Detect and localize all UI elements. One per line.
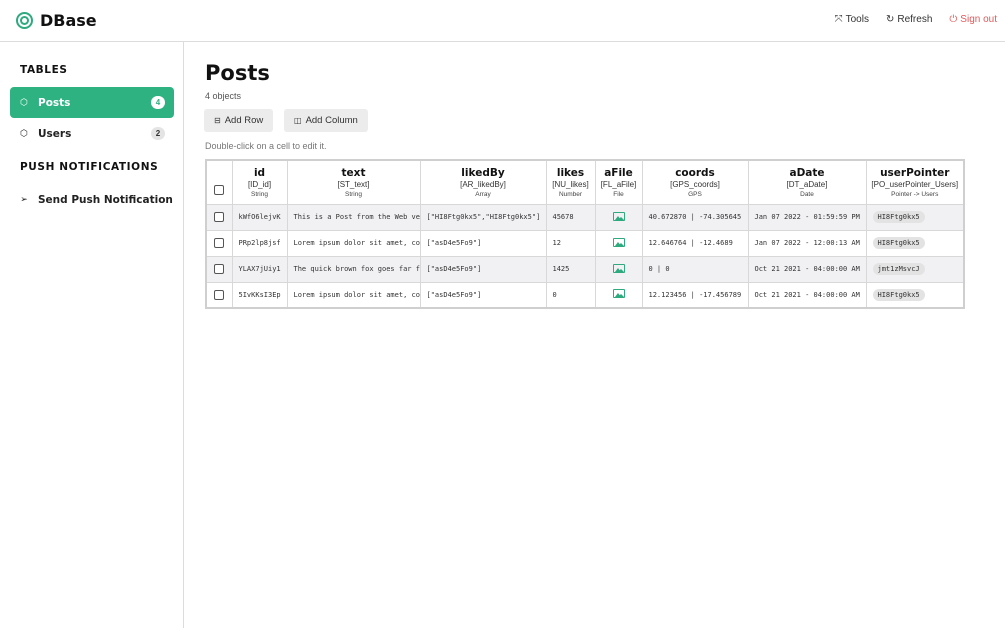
table-row: kWfO6lejvK This is a Post from the Web v… bbox=[205, 203, 965, 231]
table-header-row: id [ID_id] String text [ST_text] String like… bbox=[205, 159, 965, 205]
row-checkbox[interactable] bbox=[214, 212, 225, 222]
cell-id[interactable]: PRp2lp8jsf bbox=[231, 229, 288, 257]
tables-heading: TABLES bbox=[20, 64, 68, 76]
pointer-pill[interactable]: HI8Ftg0kx5 bbox=[872, 288, 925, 301]
cell-text[interactable]: The quick brown fox goes far f bbox=[286, 255, 421, 283]
cell-id[interactable]: 5IvKKsI3Ep bbox=[231, 281, 288, 309]
cell-likes[interactable]: 12 bbox=[545, 229, 596, 257]
cell-text[interactable]: This is a Post from the Web ve bbox=[286, 203, 421, 231]
cell-id[interactable]: kWfO6lejvK bbox=[231, 203, 288, 231]
add-row-icon: ⊟ bbox=[214, 116, 221, 125]
cube-icon: ⬡ bbox=[20, 97, 28, 107]
column-header-text[interactable]: text [ST_text] String bbox=[286, 159, 421, 205]
table-row: YLAX7jUiy1 The quick brown fox goes far … bbox=[205, 255, 965, 283]
sidebar: TABLES ⬡ Posts 4 ⬡ Users 2 PUSH NOTIFICA… bbox=[0, 42, 184, 628]
sign-out-icon: ⏻ bbox=[949, 14, 958, 25]
sidebar-item-users[interactable]: ⬡ Users 2 bbox=[10, 118, 174, 149]
cell-text[interactable]: Lorem ipsum dolor sit amet, co bbox=[286, 229, 421, 257]
cell-userpointer[interactable]: HI8Ftg0kx5 bbox=[865, 281, 965, 309]
add-column-button[interactable]: ◫ Add Column bbox=[284, 109, 368, 132]
app-name: DBase bbox=[40, 11, 97, 30]
data-table: id [ID_id] String text [ST_text] String like… bbox=[205, 159, 965, 309]
cell-afile[interactable] bbox=[594, 229, 643, 257]
add-column-label: Add Column bbox=[305, 115, 358, 126]
refresh-label: Refresh bbox=[897, 14, 933, 25]
push-notifications-heading: PUSH NOTIFICATIONS bbox=[20, 161, 159, 173]
add-row-label: Add Row bbox=[224, 115, 264, 126]
page-title: Posts bbox=[205, 61, 270, 85]
send-icon: ➢ bbox=[20, 194, 28, 204]
cell-userpointer[interactable]: HI8Ftg0kx5 bbox=[865, 229, 965, 257]
column-header-likedby[interactable]: likedBy [AR_likedBy] Array bbox=[419, 159, 547, 205]
sidebar-item-label: Posts bbox=[38, 96, 71, 109]
cell-afile[interactable] bbox=[594, 255, 643, 283]
row-checkbox[interactable] bbox=[214, 264, 225, 274]
cell-adate[interactable]: Oct 21 2021 - 04:00:00 AM bbox=[747, 281, 867, 309]
refresh-button[interactable]: ↻ Refresh bbox=[886, 14, 932, 25]
cell-id[interactable]: YLAX7jUiy1 bbox=[231, 255, 288, 283]
cell-afile[interactable] bbox=[594, 281, 643, 309]
add-row-button[interactable]: ⊟ Add Row bbox=[204, 109, 274, 132]
cell-adate[interactable]: Oct 21 2021 - 04:00:00 AM bbox=[747, 255, 867, 283]
cell-adate[interactable]: Jan 07 2022 - 01:59:59 PM bbox=[747, 203, 867, 231]
column-header-likes[interactable]: likes [NU_likes] Number bbox=[545, 159, 596, 205]
cell-likedby[interactable]: ["asD4e5Fo9"] bbox=[419, 281, 547, 309]
object-count: 4 objects bbox=[205, 91, 242, 101]
header-actions: ⤧ Tools ↻ Refresh ⏻ Sign out bbox=[818, 14, 997, 25]
row-checkbox[interactable] bbox=[214, 289, 225, 300]
cell-coords[interactable]: 12.646764 | -12.4689 bbox=[641, 229, 749, 257]
table-row: PRp2lp8jsf Lorem ipsum dolor sit amet, c… bbox=[205, 229, 965, 257]
add-column-icon: ◫ bbox=[294, 116, 302, 125]
cell-coords[interactable]: 40.672870 | -74.305645 bbox=[641, 203, 749, 231]
cube-icon: ⬡ bbox=[20, 128, 28, 138]
cell-likes[interactable]: 45678 bbox=[545, 203, 596, 231]
select-all-cell bbox=[205, 159, 233, 205]
refresh-icon: ↻ bbox=[885, 14, 895, 25]
column-header-coords[interactable]: coords [GPS_coords] GPS bbox=[641, 159, 749, 205]
sign-out-button[interactable]: ⏻ Sign out bbox=[949, 14, 997, 25]
select-all-checkbox[interactable] bbox=[214, 185, 225, 196]
table-row: 5IvKKsI3Ep Lorem ipsum dolor sit amet, c… bbox=[205, 281, 965, 309]
sidebar-item-send-push[interactable]: ➢ Send Push Notification bbox=[10, 184, 174, 215]
tools-label: Tools bbox=[845, 14, 869, 25]
logo-icon bbox=[16, 12, 33, 29]
sign-out-label: Sign out bbox=[960, 14, 997, 25]
count-badge: 4 bbox=[151, 96, 165, 109]
sidebar-item-label: Users bbox=[38, 127, 72, 140]
sidebar-item-label: Send Push Notification bbox=[38, 193, 173, 206]
cell-afile[interactable] bbox=[594, 203, 643, 231]
pointer-pill[interactable]: HI8Ftg0kx5 bbox=[872, 211, 925, 223]
pointer-pill[interactable]: jmt1zMsvcJ bbox=[872, 263, 925, 275]
cell-likedby[interactable]: ["asD4e5Fo9"] bbox=[419, 229, 547, 257]
tools-button[interactable]: ⤧ Tools bbox=[835, 14, 869, 25]
column-header-userpointer[interactable]: userPointer [PO_userPointer_Users] Pointer… bbox=[865, 159, 965, 205]
column-header-adate[interactable]: aDate [DT_aDate] Date bbox=[747, 159, 867, 205]
row-checkbox[interactable] bbox=[214, 238, 225, 248]
count-badge: 2 bbox=[151, 127, 165, 140]
cell-text[interactable]: Lorem ipsum dolor sit amet, co bbox=[286, 281, 421, 309]
image-file-icon[interactable] bbox=[612, 237, 625, 247]
cell-likes[interactable]: 1425 bbox=[545, 255, 596, 283]
top-bar: DBase ⤧ Tools ↻ Refresh ⏻ Sign out bbox=[0, 0, 1005, 42]
cell-coords[interactable]: 0 | 0 bbox=[641, 255, 749, 283]
image-file-icon[interactable] bbox=[612, 289, 625, 299]
cell-likedby[interactable]: ["asD4e5Fo9"] bbox=[419, 255, 547, 283]
main-content: Posts 4 objects ⊟ Add Row ◫ Add Column D… bbox=[185, 42, 1005, 628]
cell-coords[interactable]: 12.123456 | -17.456789 bbox=[641, 281, 749, 309]
cell-adate[interactable]: Jan 07 2022 - 12:00:13 AM bbox=[747, 229, 867, 257]
cell-likes[interactable]: 0 bbox=[545, 281, 596, 309]
column-header-afile[interactable]: aFile [FL_aFile] File bbox=[594, 159, 643, 205]
app-logo[interactable]: DBase bbox=[16, 11, 97, 30]
column-header-id[interactable]: id [ID_id] String bbox=[231, 159, 288, 205]
sidebar-item-posts[interactable]: ⬡ Posts 4 bbox=[10, 87, 174, 118]
edit-hint: Double-click on a cell to edit it. bbox=[205, 141, 327, 151]
cell-userpointer[interactable]: HI8Ftg0kx5 bbox=[865, 203, 965, 231]
image-file-icon[interactable] bbox=[612, 211, 625, 221]
cell-userpointer[interactable]: jmt1zMsvcJ bbox=[865, 255, 965, 283]
image-file-icon[interactable] bbox=[612, 263, 625, 273]
cell-likedby[interactable]: ["HI8Ftg0kx5","HI8Ftg0kx5"] bbox=[419, 203, 547, 231]
tools-icon: ⤧ bbox=[834, 14, 843, 25]
pointer-pill[interactable]: HI8Ftg0kx5 bbox=[872, 237, 925, 249]
